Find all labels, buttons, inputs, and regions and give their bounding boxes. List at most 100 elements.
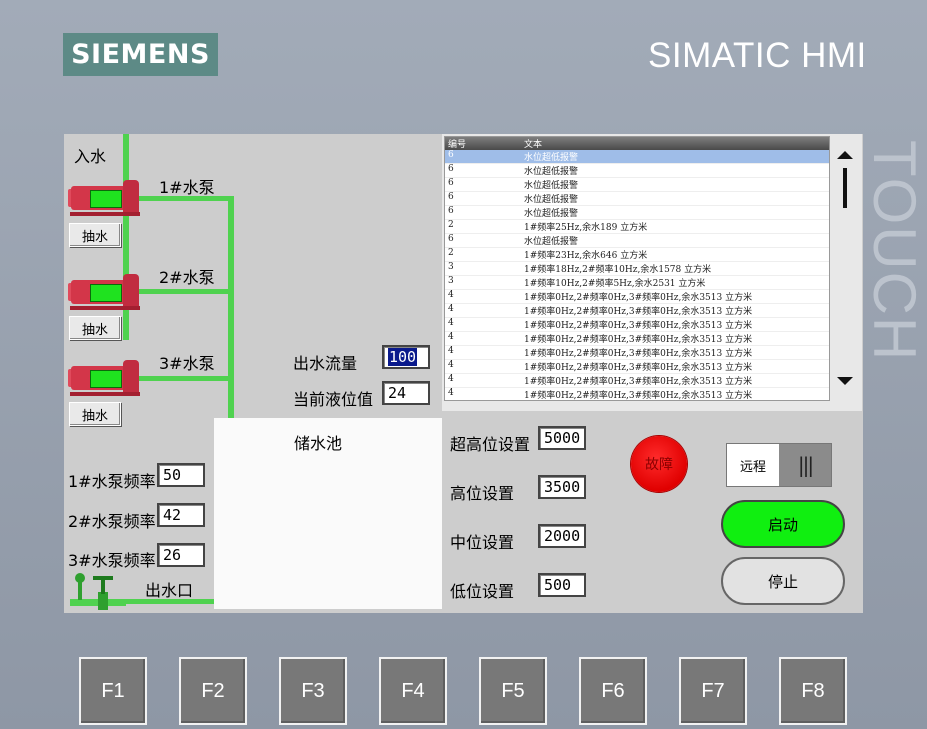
stop-button[interactable]: 停止: [721, 557, 845, 605]
pump2-pipe: [136, 289, 234, 294]
level-field[interactable]: 24: [382, 381, 430, 405]
mode-label: 远程: [739, 459, 766, 475]
pump-1-pump-button[interactable]: 抽水: [69, 223, 121, 247]
function-key-f8[interactable]: F8: [779, 657, 847, 725]
pump-3-pump-button[interactable]: 抽水: [69, 402, 121, 426]
setting-field-3[interactable]: 500: [538, 573, 586, 597]
alarm-row-id: 2: [448, 220, 454, 230]
setting-field-1[interactable]: 3500: [538, 475, 586, 499]
alarm-row[interactable]: 4 1#频率0Hz,2#频率0Hz,3#频率0Hz,余水3513 立方米: [445, 388, 829, 400]
alarm-row[interactable]: 4 1#频率0Hz,2#频率0Hz,3#频率0Hz,余水3513 立方米: [445, 374, 829, 388]
alarm-row-text: 1#频率0Hz,2#频率0Hz,3#频率0Hz,余水3513 立方米: [524, 377, 753, 387]
alarm-row-text: 1#频率10Hz,2#频率5Hz,余水2531 立方米: [524, 279, 706, 289]
alarm-row-id: 3: [448, 262, 454, 272]
function-key-f3[interactable]: F3: [279, 657, 347, 725]
alarm-view: 编号 文本 6 水位超低报警 6 水位超低报警 6 水位超低报警 6 水位超低报警 6 水位超低报…: [442, 134, 862, 411]
function-key-f5[interactable]: F5: [479, 657, 547, 725]
valve-icon: [68, 570, 128, 612]
alarm-row[interactable]: 3 1#频率18Hz,2#频率10Hz,余水1578 立方米: [445, 262, 829, 276]
pump3-pipe: [136, 376, 234, 381]
function-key-f1[interactable]: F1: [79, 657, 147, 725]
pump-2-freq-field[interactable]: 42: [157, 503, 205, 527]
alarm-row[interactable]: 4 1#频率0Hz,2#频率0Hz,3#频率0Hz,余水3513 立方米: [445, 346, 829, 360]
alarm-list[interactable]: 编号 文本 6 水位超低报警 6 水位超低报警 6 水位超低报警 6 水位超低报警 6 水位超低报…: [444, 136, 830, 401]
pump-3-label: 3#水泵: [159, 354, 215, 373]
pump-3-run-lamp: [90, 370, 122, 388]
hmi-screen: 入水 1#水泵 抽水 2#水泵 抽水 3#水泵 抽水 出水流量 100 当前液位…: [64, 134, 863, 613]
outflow-value: 100: [388, 348, 418, 366]
alarm-row[interactable]: 4 1#频率0Hz,2#频率0Hz,3#频率0Hz,余水3513 立方米: [445, 360, 829, 374]
alarm-row-text: 水位超低报警: [524, 237, 579, 247]
alarm-row-text: 1#频率0Hz,2#频率0Hz,3#频率0Hz,余水3513 立方米: [524, 335, 753, 345]
alarm-row[interactable]: 6 水位超低报警: [445, 178, 829, 192]
level-label: 当前液位值: [293, 390, 374, 409]
scroll-up-icon: [837, 151, 853, 159]
pump-3-freq-field[interactable]: 26: [157, 543, 205, 567]
pump-1-freq-field[interactable]: 50: [157, 463, 205, 487]
hmi-bezel: SIEMENS SIMATIC HMI TOUCH 入水 1#水泵 抽水 2#水…: [0, 0, 927, 729]
alarm-row-text: 1#频率25Hz,余水189 立方米: [524, 223, 648, 233]
alarm-row-id: 4: [448, 304, 454, 314]
alarm-rows: 6 水位超低报警 6 水位超低报警 6 水位超低报警 6 水位超低报警 6 水位超低报警 2 1#频率…: [445, 150, 829, 400]
alarm-row[interactable]: 6 水位超低报警: [445, 234, 829, 248]
alarm-row[interactable]: 6 水位超低报警: [445, 206, 829, 220]
alarm-row-text: 1#频率0Hz,2#频率0Hz,3#频率0Hz,余水3513 立方米: [524, 321, 753, 331]
alarm-row-id: 6: [448, 206, 454, 216]
outflow-label: 出水流量: [293, 354, 358, 373]
alarm-row-text: 水位超低报警: [524, 195, 579, 205]
alarm-row[interactable]: 2 1#频率25Hz,余水189 立方米: [445, 220, 829, 234]
pump-2-pump-button[interactable]: 抽水: [69, 316, 121, 340]
alarm-row[interactable]: 4 1#频率0Hz,2#频率0Hz,3#频率0Hz,余水3513 立方米: [445, 318, 829, 332]
alarm-scrollbar[interactable]: [830, 146, 860, 396]
touch-label: TOUCH: [861, 140, 927, 363]
alarm-row-text: 1#频率0Hz,2#频率0Hz,3#频率0Hz,余水3513 立方米: [524, 349, 753, 359]
alarm-col-id: 编号: [448, 140, 467, 150]
alarm-row-text: 水位超低报警: [524, 167, 579, 177]
alarm-row[interactable]: 6 水位超低报警: [445, 150, 829, 164]
pump-1-freq-label: 1#水泵频率: [68, 472, 156, 491]
alarm-row[interactable]: 2 1#频率23Hz,余水646 立方米: [445, 248, 829, 262]
alarm-row[interactable]: 4 1#频率0Hz,2#频率0Hz,3#频率0Hz,余水3513 立方米: [445, 290, 829, 304]
pump-1: [68, 180, 140, 216]
alarm-row[interactable]: 6 水位超低报警: [445, 192, 829, 206]
alarm-row[interactable]: 3 1#频率10Hz,2#频率5Hz,余水2531 立方米: [445, 276, 829, 290]
setting-field-0[interactable]: 5000: [538, 426, 586, 450]
alarm-row-text: 1#频率0Hz,2#频率0Hz,3#频率0Hz,余水3513 立方米: [524, 363, 753, 373]
alarm-row[interactable]: 6 水位超低报警: [445, 164, 829, 178]
alarm-row-id: 6: [448, 178, 454, 188]
alarm-row-id: 4: [448, 360, 454, 370]
storage-tank: 储水池: [214, 418, 442, 609]
scroll-thumb: [843, 168, 847, 208]
inlet-label: 入水: [74, 147, 107, 166]
start-button[interactable]: 启动: [721, 500, 845, 548]
setting-field-2[interactable]: 2000: [538, 524, 586, 548]
alarm-row-id: 4: [448, 290, 454, 300]
setting-label-1: 高位设置: [450, 484, 515, 503]
siemens-logo: SIEMENS: [63, 33, 218, 76]
function-key-f4[interactable]: F4: [379, 657, 447, 725]
alarm-row[interactable]: 4 1#频率0Hz,2#频率0Hz,3#频率0Hz,余水3513 立方米: [445, 332, 829, 346]
alarm-row-text: 水位超低报警: [524, 181, 579, 191]
mode-toggle[interactable]: 远程 |||: [726, 443, 832, 487]
alarm-row-id: 6: [448, 150, 454, 160]
alarm-row-id: 4: [448, 318, 454, 328]
alarm-row[interactable]: 4 1#频率0Hz,2#频率0Hz,3#频率0Hz,余水3513 立方米: [445, 304, 829, 318]
alarm-row-id: 4: [448, 374, 454, 384]
function-key-f2[interactable]: F2: [179, 657, 247, 725]
setting-label-3: 低位设置: [450, 582, 515, 601]
function-key-f6[interactable]: F6: [579, 657, 647, 725]
alarm-row-text: 1#频率18Hz,2#频率10Hz,余水1578 立方米: [524, 265, 712, 275]
alarm-row-text: 水位超低报警: [524, 209, 579, 219]
alarm-row-text: 1#频率23Hz,余水646 立方米: [524, 251, 648, 261]
function-key-f7[interactable]: F7: [679, 657, 747, 725]
alarm-row-id: 6: [448, 192, 454, 202]
pump-1-label: 1#水泵: [159, 178, 215, 197]
alarm-row-text: 1#频率0Hz,2#频率0Hz,3#频率0Hz,余水3513 立方米: [524, 293, 753, 303]
fault-indicator: 故障: [631, 436, 687, 492]
toggle-knob-icon: |||: [779, 444, 831, 486]
outflow-field[interactable]: 100: [382, 345, 430, 369]
alarm-row-text: 1#频率0Hz,2#频率0Hz,3#频率0Hz,余水3513 立方米: [524, 307, 753, 317]
setting-label-2: 中位设置: [450, 533, 515, 552]
alarm-row-id: 4: [448, 388, 454, 398]
tank-label: 储水池: [294, 434, 343, 453]
